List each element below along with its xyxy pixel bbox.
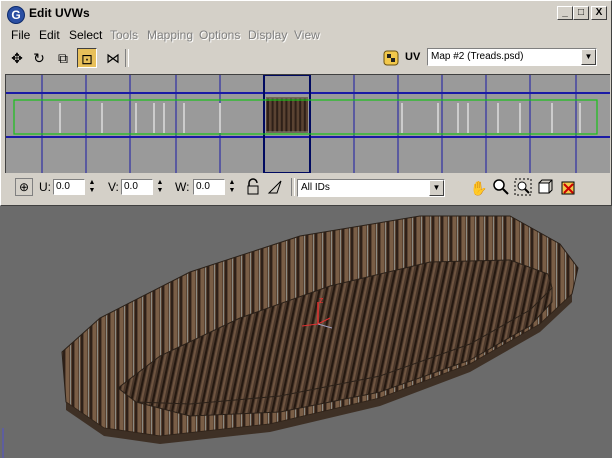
pan-icon[interactable]: ✋: [469, 178, 489, 198]
tread-ring-model: z: [2, 215, 579, 458]
menu-tools[interactable]: Tools: [110, 28, 138, 42]
freeform-tool[interactable]: ⊡: [77, 48, 97, 68]
ids-select-value: All IDs: [301, 182, 330, 193]
v-field[interactable]: 0.0: [121, 179, 153, 195]
checker-map-icon[interactable]: [381, 49, 401, 69]
absolute-offset-icon[interactable]: ⊕: [15, 178, 33, 196]
uv-texture-stripe: [271, 98, 274, 132]
map-select[interactable]: Map #2 (Treads.psd) ▼: [427, 48, 597, 66]
edit-uvws-window: G Edit UVWs _ □ X File Edit Select Tools Map…: [0, 0, 612, 206]
mirror-icon: ⋈: [106, 50, 120, 66]
uv-texture-stripe: [294, 98, 297, 132]
menu-file[interactable]: File: [11, 28, 30, 42]
app-icon: G: [7, 6, 25, 24]
map-select-value: Map #2 (Treads.psd): [431, 51, 524, 62]
menu-select[interactable]: Select: [69, 28, 102, 42]
uv-texture-stripe: [276, 98, 279, 132]
scale-icon: ⧉: [58, 50, 68, 66]
menu-options[interactable]: Options: [199, 28, 240, 42]
texture-toggle-icon[interactable]: [559, 178, 579, 198]
close-button[interactable]: X: [591, 6, 607, 20]
uv-texture-stripe: [280, 98, 283, 132]
u-label: U:: [39, 180, 51, 194]
w-field[interactable]: 0.0: [193, 179, 225, 195]
move-tool[interactable]: ✥: [7, 48, 27, 68]
z-axis-label: z: [319, 295, 324, 305]
menu-mapping[interactable]: Mapping: [147, 28, 193, 42]
uvbar-separator: [291, 178, 295, 196]
uv-map: [6, 75, 610, 173]
toolbar-separator: [125, 49, 129, 67]
freeform-icon: ⊡: [81, 51, 93, 67]
u-field[interactable]: 0.0: [53, 179, 85, 195]
uv-texture-stripe: [267, 98, 269, 132]
w-label: W:: [175, 180, 190, 194]
move-icon: ✥: [11, 50, 23, 66]
v-spinner[interactable]: ▲ ▼: [155, 179, 165, 195]
paint-select-icon[interactable]: [265, 178, 285, 198]
minimize-button[interactable]: _: [557, 6, 573, 20]
rotate-tool[interactable]: ↻: [29, 48, 49, 68]
zoom-region-icon[interactable]: [513, 178, 533, 198]
maximize-button[interactable]: □: [573, 6, 589, 20]
scale-tool[interactable]: ⧉: [53, 48, 73, 68]
menu-edit[interactable]: Edit: [39, 28, 60, 42]
ids-select[interactable]: All IDs ▼: [297, 179, 445, 197]
title-bar[interactable]: G Edit UVWs _ □ X: [3, 3, 609, 26]
zoom-icon[interactable]: [491, 178, 511, 198]
uv-channel-label[interactable]: UV: [405, 51, 420, 63]
perspective-viewport[interactable]: z: [0, 206, 612, 458]
menu-view[interactable]: View: [294, 28, 320, 42]
uv-editor-viewport[interactable]: [5, 74, 610, 173]
rotate-icon: ↻: [33, 50, 45, 66]
uv-texture-stripe: [303, 98, 306, 132]
uv-status-bar: ⊕ U: 0.0 ▲ ▼ V: 0.0 ▲ ▼ W: 0.0 ▲ ▼ All IDs …: [3, 175, 609, 201]
uv-texture-stripe: [299, 98, 302, 132]
u-spinner[interactable]: ▲ ▼: [87, 179, 97, 195]
uv-texture-stripe: [290, 98, 292, 132]
uv-texture-stripe: [285, 98, 288, 132]
chevron-down-icon: ▼: [429, 180, 444, 196]
zoom-extents-icon[interactable]: [535, 178, 555, 198]
menu-bar: File Edit Select Tools Mapping Options Display…: [3, 26, 609, 44]
lock-icon[interactable]: [243, 178, 263, 198]
v-label: V:: [108, 180, 119, 194]
mirror-tool[interactable]: ⋈: [103, 48, 123, 68]
uv-toolbar: ✥ ↻ ⧉ ⊡ ⋈ UV Map #2 (Treads.psd) ▼: [3, 46, 609, 72]
window-title: Edit UVWs: [29, 6, 90, 20]
chevron-down-icon: ▼: [581, 49, 596, 65]
w-spinner[interactable]: ▲ ▼: [227, 179, 237, 195]
menu-display[interactable]: Display: [248, 28, 287, 42]
